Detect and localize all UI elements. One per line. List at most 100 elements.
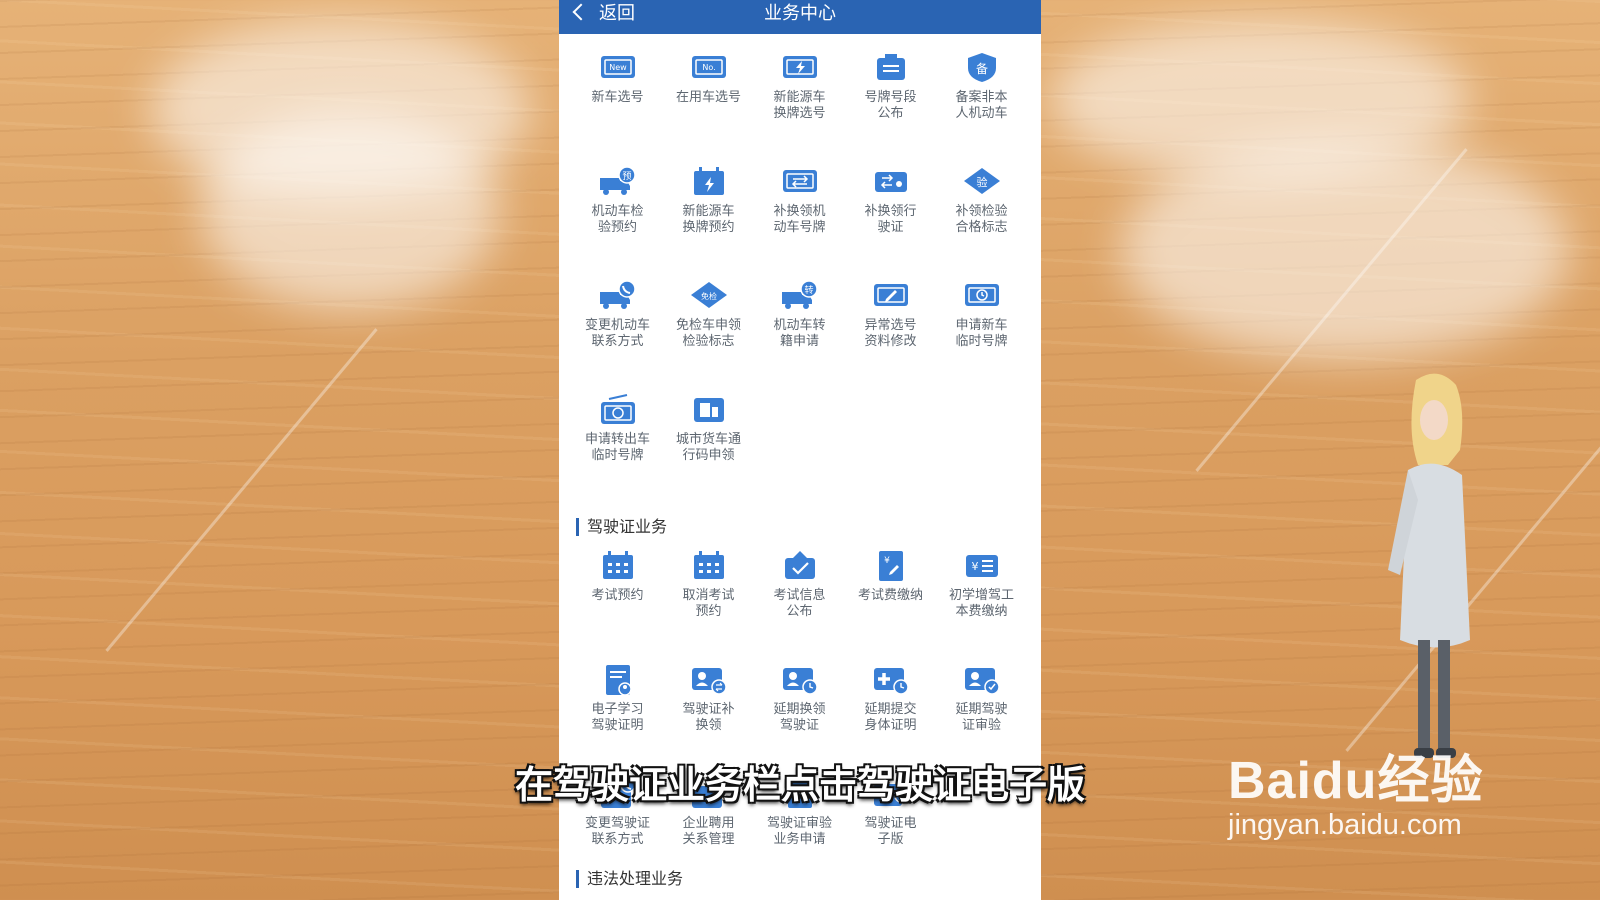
service-label: 新车选号	[591, 90, 644, 105]
service-item[interactable]: 考试预约	[572, 548, 663, 662]
service-item[interactable]: 变更机动车 联系方式	[572, 278, 663, 392]
service-item[interactable]: 免检免检车申领 检验标志	[663, 278, 754, 392]
service-label: 考试预约	[591, 588, 644, 603]
svg-text:No.: No.	[702, 63, 715, 72]
service-label: 延期驾驶 证审验	[955, 702, 1008, 733]
service-label: 补领检验 合格标志	[955, 204, 1008, 235]
license-services-grid: 考试预约 取消考试 预约 考试信息 公布 ¥ 考试费缴纳 ¥ 初学增驾工 本费缴纳电子学习 …	[559, 548, 1041, 890]
truck-phone-icon	[597, 278, 639, 312]
service-label: 变更机动车 联系方式	[584, 318, 650, 349]
service-item[interactable]: 预机动车检 验预约	[572, 164, 663, 278]
service-item[interactable]: 新能源车 换牌预约	[663, 164, 754, 278]
service-label: 在用车选号	[675, 90, 741, 105]
service-label: 企业聘用 关系管理	[682, 816, 735, 847]
brand-url: jingyan.baidu.com	[1228, 809, 1462, 841]
service-item[interactable]: 异常选号 资料修改	[845, 278, 936, 392]
service-label: 延期提交 身体证明	[864, 702, 917, 733]
service-label: 申请新车 临时号牌	[955, 318, 1008, 349]
svg-text:¥: ¥	[884, 556, 890, 566]
license-swap-icon	[870, 164, 912, 198]
service-item[interactable]: New 新车选号	[572, 50, 663, 164]
service-item[interactable]: 申请转出车 临时号牌	[572, 392, 663, 506]
shield-record-icon: 备	[961, 50, 1003, 84]
svg-text:免检: 免检	[701, 291, 717, 301]
calendar-cancel-icon	[688, 548, 730, 582]
vehicle-services-grid: New 新车选号 No. 在用车选号 新能源车 换牌选号 号牌号段 公布备备案非本 人机动…	[559, 50, 1041, 506]
page-title: 业务中心	[764, 3, 836, 24]
board-check-icon	[779, 548, 821, 582]
svg-text:New: New	[609, 63, 627, 72]
service-label: 初学增驾工 本费缴纳	[948, 588, 1014, 619]
svg-text:预: 预	[622, 171, 631, 182]
service-item[interactable]: 申请新车 临时号牌	[936, 278, 1027, 392]
service-label: 延期换领 驾驶证	[773, 702, 826, 733]
service-label: 电子学习 驾驶证明	[591, 702, 644, 733]
service-label: 取消考试 预约	[682, 588, 735, 619]
temp-plate-clock-icon	[597, 392, 639, 426]
service-label: 补换领机 动车号牌	[773, 204, 826, 235]
service-item[interactable]: 补换领行 驶证	[845, 164, 936, 278]
service-label: 免检车申领 检验标志	[675, 318, 741, 349]
plate-swap-icon	[779, 164, 821, 198]
license-delay-icon	[779, 662, 821, 696]
cloud-decoration	[200, 110, 500, 310]
cartoon-presenter	[1378, 370, 1488, 784]
no-plate-icon: No.	[688, 50, 730, 84]
temp-plate-icon	[961, 278, 1003, 312]
service-item[interactable]: No. 在用车选号	[663, 50, 754, 164]
service-label: 申请转出车 临时号牌	[584, 432, 650, 463]
svg-text:验: 验	[976, 175, 987, 189]
service-item[interactable]: 验补领检验 合格标志	[936, 164, 1027, 278]
service-item[interactable]: ¥ 初学增驾工 本费缴纳	[936, 548, 1027, 662]
fee-doc-icon: ¥	[870, 548, 912, 582]
service-label: 备案非本 人机动车	[955, 90, 1008, 121]
service-label: 驾驶证补 换领	[682, 702, 735, 733]
service-item[interactable]: 号牌号段 公布	[845, 50, 936, 164]
cargo-pass-icon	[688, 392, 730, 426]
exempt-diamond-icon: 免检	[688, 278, 730, 312]
service-item[interactable]: 城市货车通 行码申领	[663, 392, 754, 506]
section-title-license: 驾驶证业务	[576, 518, 1041, 536]
service-label: 驾驶证电 子版	[864, 816, 917, 847]
svg-text:¥: ¥	[971, 560, 978, 573]
service-label: 异常选号 资料修改	[864, 318, 917, 349]
service-label: 补换领行 驶证	[864, 204, 917, 235]
health-delay-icon	[870, 662, 912, 696]
edit-plate-icon	[870, 278, 912, 312]
inspection-diamond-icon: 验	[961, 164, 1003, 198]
service-item[interactable]: ¥ 考试费缴纳	[845, 548, 936, 662]
svg-text:转: 转	[804, 284, 813, 296]
service-label: 考试信息 公布	[773, 588, 826, 619]
calendar-icon	[597, 548, 639, 582]
service-label: 新能源车 换牌选号	[773, 90, 826, 121]
license-verify-icon	[961, 662, 1003, 696]
ev-plate-icon	[779, 50, 821, 84]
fee-card-icon: ¥	[961, 548, 1003, 582]
svg-text:备: 备	[975, 62, 987, 76]
service-item[interactable]: 考试信息 公布	[754, 548, 845, 662]
cloud-decoration	[1120, 140, 1570, 360]
service-label: 考试费缴纳	[857, 588, 923, 603]
top-bar: 返回 业务中心	[559, 0, 1041, 34]
truck-reserve-icon: 预	[597, 164, 639, 198]
baidu-jingyan-watermark: Baidu经验 jingyan.baidu.com	[1228, 738, 1483, 842]
service-label: 城市货车通 行码申领	[675, 432, 741, 463]
service-label: 变更驾驶证 联系方式	[584, 816, 650, 847]
service-label: 机动车转 籍申请	[773, 318, 826, 349]
service-item[interactable]: 新能源车 换牌选号	[754, 50, 845, 164]
notice-icon	[870, 50, 912, 84]
service-label: 新能源车 换牌预约	[682, 204, 735, 235]
study-doc-icon	[597, 662, 639, 696]
brand-name: Baidu经验	[1228, 752, 1484, 810]
service-item[interactable]: 取消考试 预约	[663, 548, 754, 662]
service-item[interactable]: 补换领机 动车号牌	[754, 164, 845, 278]
service-item[interactable]: 转机动车转 籍申请	[754, 278, 845, 392]
service-label: 驾驶证审验 业务申请	[766, 816, 832, 847]
new-plate-icon: New	[597, 50, 639, 84]
truck-transfer-icon: 转	[779, 278, 821, 312]
license-renew-icon	[688, 662, 730, 696]
service-label: 号牌号段 公布	[864, 90, 917, 121]
ev-calendar-icon	[688, 164, 730, 198]
service-label: 机动车检 验预约	[591, 204, 644, 235]
service-item[interactable]: 备备案非本 人机动车	[936, 50, 1027, 164]
